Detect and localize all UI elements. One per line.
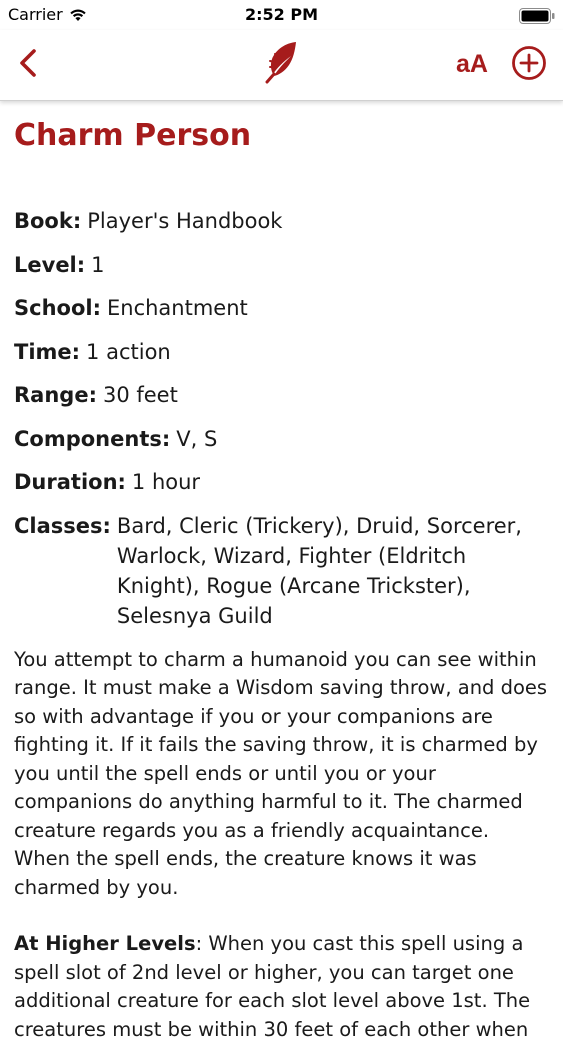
prop-value: Bard, Cleric (Trickery), Druid, Sorcerer… (116, 513, 522, 628)
prop-label: Time: (14, 339, 81, 364)
prop-value: 1 hour (131, 470, 201, 494)
prop-book: Book: Player's Handbook (14, 206, 549, 236)
spell-properties: Book: Player's Handbook Level: 1 School:… (14, 206, 549, 631)
prop-level: Level: 1 (14, 250, 549, 280)
prop-value: Player's Handbook (87, 209, 283, 233)
prop-value: 1 (91, 252, 105, 277)
spell-detail: Charm Person Book: Player's Handbook Lev… (14, 112, 549, 1044)
higher-levels-label: At Higher Levels (14, 932, 196, 955)
prop-time: Time: 1 action (14, 337, 549, 367)
prop-value: V, S (176, 426, 218, 451)
prop-value: 30 feet (102, 383, 178, 407)
prop-components: Components: V, S (14, 424, 549, 454)
spell-description: You attempt to charm a humanoid you can … (14, 647, 548, 899)
prop-label: School: (14, 296, 101, 320)
prop-value: Enchantment (106, 296, 248, 320)
nav-bar: aA (0, 30, 563, 101)
font-size-button[interactable]: aA (456, 50, 488, 79)
status-time: 2:52 PM (244, 5, 318, 24)
prop-school: School: Enchantment (14, 293, 549, 323)
prop-label: Range: (14, 383, 97, 407)
prop-classes: Classes: Bard, Cleric (Trickery), Druid,… (14, 511, 549, 631)
battery-icon (519, 8, 555, 24)
add-circle-icon[interactable] (511, 45, 547, 81)
prop-label: Book: (14, 209, 82, 233)
prop-value: 1 action (86, 339, 171, 364)
higher-levels-paragraph: At Higher Levels: When you cast this spe… (14, 930, 549, 1044)
spell-title: Charm Person (14, 118, 252, 153)
status-bar: Carrier 2:52 PM (0, 0, 563, 30)
prop-label: Components: (14, 426, 171, 451)
quill-logo-icon (265, 42, 296, 84)
prop-range: Range: 30 feet (14, 380, 549, 410)
prop-label: Level: (14, 252, 86, 277)
prop-label: Classes: (14, 513, 111, 538)
back-chevron-icon[interactable] (14, 47, 44, 79)
prop-label: Duration: (14, 470, 126, 494)
prop-duration: Duration: 1 hour (14, 467, 549, 497)
